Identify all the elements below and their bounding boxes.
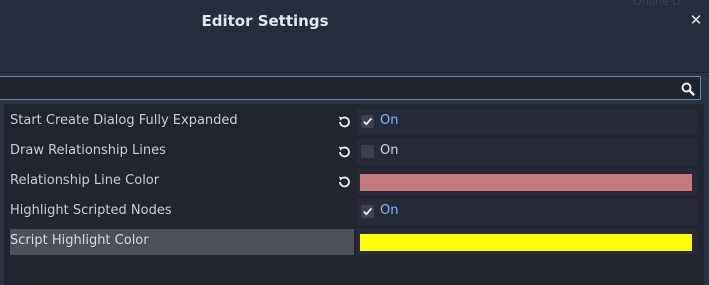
setting-label: Highlight Scripted Nodes xyxy=(10,203,172,218)
checkbox-label[interactable]: On xyxy=(380,143,398,158)
background-window-text: Online D xyxy=(633,0,681,8)
setting-value: On xyxy=(357,199,697,225)
setting-value: On xyxy=(357,139,697,165)
color-swatch[interactable] xyxy=(360,234,692,251)
reset-icon[interactable] xyxy=(336,144,352,160)
checkbox[interactable] xyxy=(361,115,374,128)
setting-row-start-create-dialog: Start Create Dialog Fully Expanded On xyxy=(10,109,700,135)
setting-label: Draw Relationship Lines xyxy=(10,143,166,158)
setting-value: On xyxy=(357,109,697,135)
setting-label: Script Highlight Color xyxy=(10,233,149,248)
checkbox-label[interactable]: On xyxy=(380,203,398,218)
close-icon[interactable]: ✕ xyxy=(689,12,703,28)
setting-label: Relationship Line Color xyxy=(10,173,160,188)
setting-row-script-highlight-color[interactable]: Script Highlight Color xyxy=(10,229,700,255)
setting-value xyxy=(357,229,697,255)
setting-label: Start Create Dialog Fully Expanded xyxy=(10,113,238,128)
setting-row-draw-relationship-lines: Draw Relationship Lines On xyxy=(10,139,700,165)
setting-row-highlight-scripted-nodes: Highlight Scripted Nodes On xyxy=(10,199,700,225)
search-icon[interactable] xyxy=(680,81,696,97)
setting-value xyxy=(357,169,697,195)
checkbox[interactable] xyxy=(361,205,374,218)
title-bar: Online D Editor Settings ✕ xyxy=(0,0,709,72)
checkbox-label[interactable]: On xyxy=(380,113,398,128)
checkbox[interactable] xyxy=(361,145,374,158)
check-icon xyxy=(363,207,373,216)
window-title: Editor Settings xyxy=(201,12,329,30)
search-input[interactable] xyxy=(0,76,701,100)
reset-icon[interactable] xyxy=(336,114,352,130)
reset-icon[interactable] xyxy=(336,174,352,190)
check-icon xyxy=(363,117,373,126)
setting-row-relationship-line-color: Relationship Line Color xyxy=(10,169,700,195)
color-swatch[interactable] xyxy=(360,174,692,191)
